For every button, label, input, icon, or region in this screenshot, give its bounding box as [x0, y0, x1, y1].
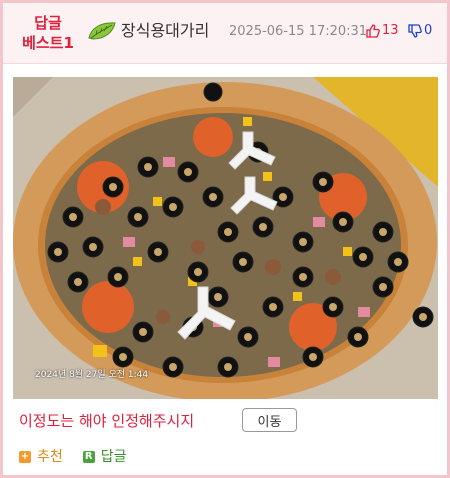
post-card: 답글 베스트1 장식용대가리 2025-06-15 17:20:31 13 0 [0, 0, 450, 478]
post-header: 답글 베스트1 장식용대가리 2025-06-15 17:20:31 13 0 [3, 3, 447, 64]
reply-button[interactable]: R 답글 [82, 447, 127, 467]
comment-row: 이정도는 해야 인정해주시지 이동 [19, 407, 439, 435]
move-button[interactable]: 이동 [242, 408, 297, 432]
recommend-button[interactable]: + 추천 [19, 447, 63, 467]
post-actions: + 추천 R 답글 [19, 446, 147, 468]
badge-line-2: 베스트1 [22, 34, 74, 52]
green-leaf-level-icon [88, 22, 116, 40]
best-reply-badge: 답글 베스트1 [13, 13, 83, 53]
plus-icon: + [19, 451, 31, 463]
downvote-button[interactable]: 0 [408, 21, 432, 41]
upvote-button[interactable]: 13 [366, 21, 399, 41]
photo-date-stamp: 2024년 8월 27일 오전 1:44 [35, 370, 149, 380]
comment-text: 이정도는 해야 인정해주시지 [19, 412, 195, 430]
downvote-count: 0 [424, 23, 433, 38]
post-timestamp: 2025-06-15 17:20:31 [229, 24, 368, 39]
thumbs-up-icon [366, 24, 380, 38]
username[interactable]: 장식용대가리 [121, 20, 209, 42]
pizza-photo[interactable]: 2024년 8월 27일 오전 1:44 [13, 77, 438, 399]
thumbs-down-icon [408, 24, 422, 38]
pizza-image [13, 77, 438, 399]
reply-label: 답글 [100, 449, 127, 465]
reply-r-icon: R [82, 451, 95, 463]
upvote-count: 13 [382, 23, 399, 38]
badge-line-1: 답글 [34, 14, 62, 32]
recommend-label: 추천 [37, 449, 63, 465]
